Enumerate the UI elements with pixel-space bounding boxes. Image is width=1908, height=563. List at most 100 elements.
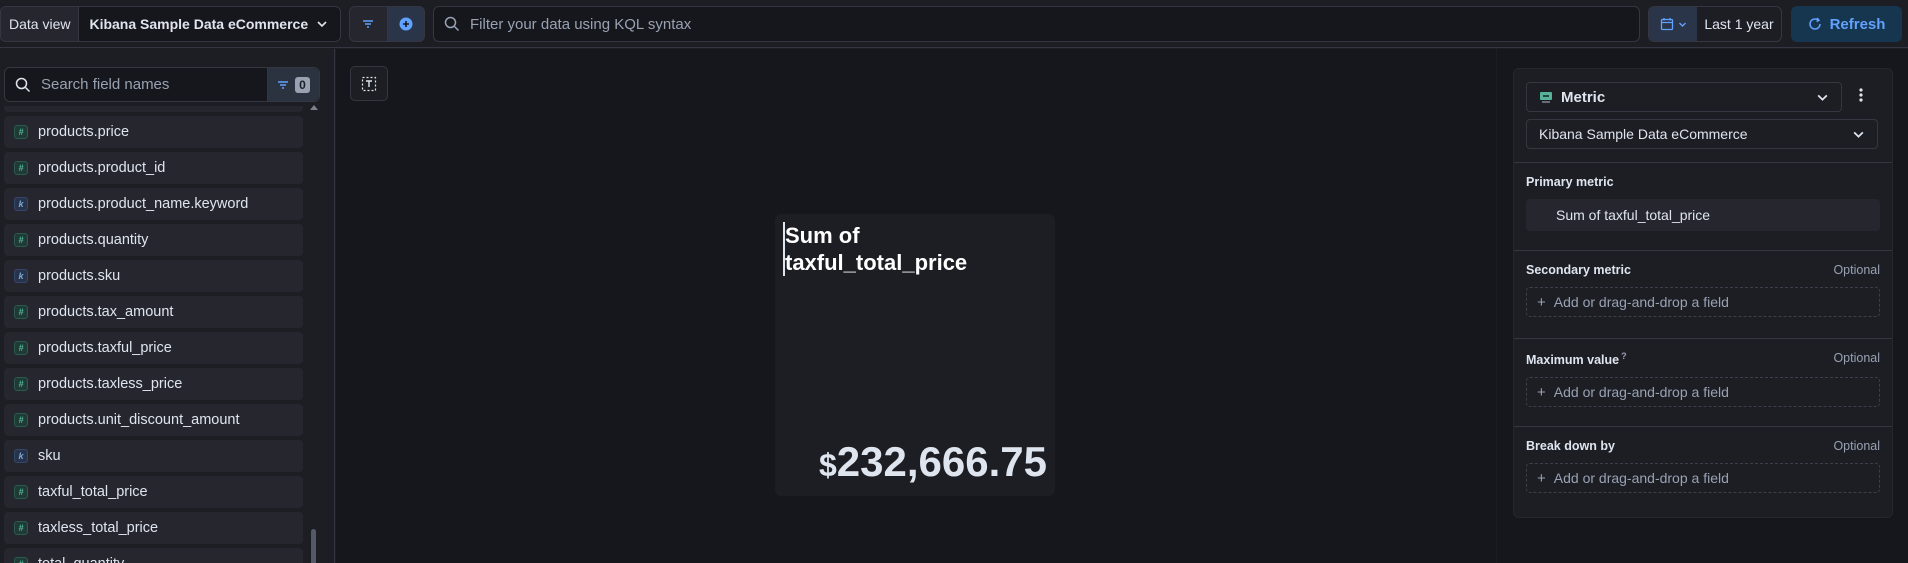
field-list-panel: Search field names 0 # products.price # pro… xyxy=(0,49,335,563)
filter-count-badge: 0 xyxy=(295,76,310,93)
field-name: taxless_total_price xyxy=(38,520,159,536)
plus-icon: + xyxy=(1537,469,1546,487)
viz-type-label: Metric xyxy=(1561,88,1606,106)
search-icon xyxy=(15,77,31,92)
layer-config: Metric Kibana Sample Data eCommerce Prim… xyxy=(1513,68,1893,518)
field-item[interactable]: # products.unit_discount_amount xyxy=(4,404,303,436)
field-item[interactable]: # taxless_total_price xyxy=(4,512,303,544)
calendar-icon xyxy=(1660,18,1673,31)
field-name: products.product_name.keyword xyxy=(38,196,249,212)
field-search[interactable]: Search field names 0 xyxy=(4,67,320,102)
plus-icon: + xyxy=(1537,383,1546,401)
scroll-up-arrow-icon[interactable] xyxy=(310,105,318,110)
primary-metric-section: Primary metric Sum of taxful_total_price xyxy=(1514,162,1892,243)
chevron-down-icon xyxy=(1678,22,1686,27)
visualization-type-select[interactable]: Metric xyxy=(1526,82,1842,112)
field-item[interactable]: # products.product_id xyxy=(4,152,303,184)
number-field-icon: # xyxy=(14,125,28,139)
workspace-canvas: Sum of taxful_total_price $232,666.75 xyxy=(336,49,1496,563)
quick-select-button[interactable] xyxy=(1649,7,1697,41)
field-item[interactable]: k products.sku xyxy=(4,260,303,292)
add-field-text: Add or drag-and-drop a field xyxy=(1553,384,1729,401)
break-down-drop-zone[interactable]: + Add or drag-and-drop a field xyxy=(1526,463,1880,493)
number-field-icon: # xyxy=(14,233,28,247)
number-field-icon: # xyxy=(14,413,28,427)
field-name: total_quantity xyxy=(38,556,124,563)
field-list: # products.price # products.product_id k prod… xyxy=(4,116,303,563)
layer-data-view-select[interactable]: Kibana Sample Data eCommerce xyxy=(1526,119,1878,149)
filter-icon xyxy=(278,80,289,89)
field-item[interactable]: # total_quantity xyxy=(4,548,303,563)
maximum-value-section: Maximum value? Optional + Add or drag-an… xyxy=(1514,338,1892,419)
optional-label: Optional xyxy=(1833,263,1880,277)
primary-metric-label: Primary metric xyxy=(1526,175,1614,189)
optional-label: Optional xyxy=(1833,351,1880,365)
filter-controls xyxy=(349,6,425,42)
layer-actions-icon[interactable] xyxy=(1859,87,1863,103)
data-view-name: Kibana Sample Data eCommerce xyxy=(89,16,309,32)
number-field-icon: # xyxy=(14,341,28,355)
metric-visualization[interactable]: Sum of taxful_total_price $232,666.75 xyxy=(775,214,1055,496)
add-field-text: Add or drag-and-drop a field xyxy=(1553,470,1729,486)
plus-icon: + xyxy=(1537,293,1546,311)
maximum-value-drop-zone[interactable]: + Add or drag-and-drop a field xyxy=(1526,377,1880,408)
field-search-input[interactable]: Search field names xyxy=(41,76,267,93)
refresh-label: Refresh xyxy=(1829,15,1886,33)
secondary-metric-label: Secondary metric xyxy=(1526,263,1631,277)
add-filter-button[interactable] xyxy=(386,7,424,41)
break-down-section: Break down by Optional + Add or drag-and… xyxy=(1514,426,1892,505)
break-down-label: Break down by xyxy=(1526,439,1615,453)
help-icon[interactable]: ? xyxy=(1621,351,1627,361)
field-name: products.taxful_price xyxy=(38,340,172,356)
layer-data-view-name: Kibana Sample Data eCommerce xyxy=(1539,126,1748,142)
chevron-down-icon xyxy=(1817,94,1828,101)
number-field-icon: # xyxy=(14,161,28,175)
kql-search-input[interactable]: Filter your data using KQL syntax xyxy=(433,6,1640,42)
field-name: taxful_total_price xyxy=(38,484,148,500)
field-name: products.product_id xyxy=(38,160,166,176)
secondary-metric-section: Secondary metric Optional + Add or drag-… xyxy=(1514,250,1892,329)
metric-title-line2: taxful_total_price xyxy=(785,250,968,275)
field-item[interactable]: # products.tax_amount xyxy=(4,296,303,328)
keyword-field-icon: k xyxy=(14,269,28,283)
field-item[interactable]: # products.price xyxy=(4,116,303,148)
field-type-filter-button[interactable]: 0 xyxy=(267,68,319,101)
field-item[interactable]: k products.product_name.keyword xyxy=(4,188,303,220)
refresh-icon xyxy=(1808,17,1821,30)
metric-viz-icon xyxy=(1540,92,1552,103)
metric-number: 232,666.75 xyxy=(836,438,1047,485)
field-item[interactable]: # taxful_total_price xyxy=(4,476,303,508)
data-view-label: Data view xyxy=(1,7,80,41)
primary-metric-field[interactable]: Sum of taxful_total_price xyxy=(1526,199,1880,231)
chevron-down-icon xyxy=(1853,131,1864,138)
add-field-text: Add or drag-and-drop a field xyxy=(1553,294,1729,310)
field-name: products.unit_discount_amount xyxy=(38,412,240,428)
metric-currency: $ xyxy=(818,447,837,483)
number-field-icon: # xyxy=(14,305,28,319)
field-item[interactable]: # products.taxful_price xyxy=(4,332,303,364)
data-view-select[interactable]: Kibana Sample Data eCommerce xyxy=(79,7,340,41)
data-view-picker[interactable]: Data view Kibana Sample Data eCommerce xyxy=(0,6,341,42)
text-toolbar-button[interactable] xyxy=(350,66,388,101)
number-field-icon: # xyxy=(14,485,28,499)
field-name: products.quantity xyxy=(38,232,149,248)
number-field-icon: # xyxy=(14,557,28,563)
plus-circle-icon xyxy=(399,17,413,31)
optional-label: Optional xyxy=(1833,439,1880,453)
date-range-label[interactable]: Last 1 year xyxy=(1697,16,1781,32)
field-name: sku xyxy=(38,448,61,464)
date-picker[interactable]: Last 1 year xyxy=(1648,6,1782,42)
kql-placeholder: Filter your data using KQL syntax xyxy=(470,15,692,33)
field-name: products.price xyxy=(38,124,130,140)
number-field-icon: # xyxy=(14,521,28,535)
field-item[interactable]: # products.quantity xyxy=(4,224,303,256)
field-list-scrollbar[interactable] xyxy=(311,529,316,563)
secondary-metric-drop-zone[interactable]: + Add or drag-and-drop a field xyxy=(1526,287,1880,317)
maximum-value-label: Maximum value xyxy=(1526,353,1620,368)
text-box-icon xyxy=(361,76,377,91)
filter-menu-button[interactable] xyxy=(350,7,387,41)
maximum-value-heading: Maximum value? xyxy=(1526,351,1627,367)
refresh-button[interactable]: Refresh xyxy=(1791,6,1902,42)
field-item[interactable]: k sku xyxy=(4,440,303,472)
field-item[interactable]: # products.taxless_price xyxy=(4,368,303,400)
